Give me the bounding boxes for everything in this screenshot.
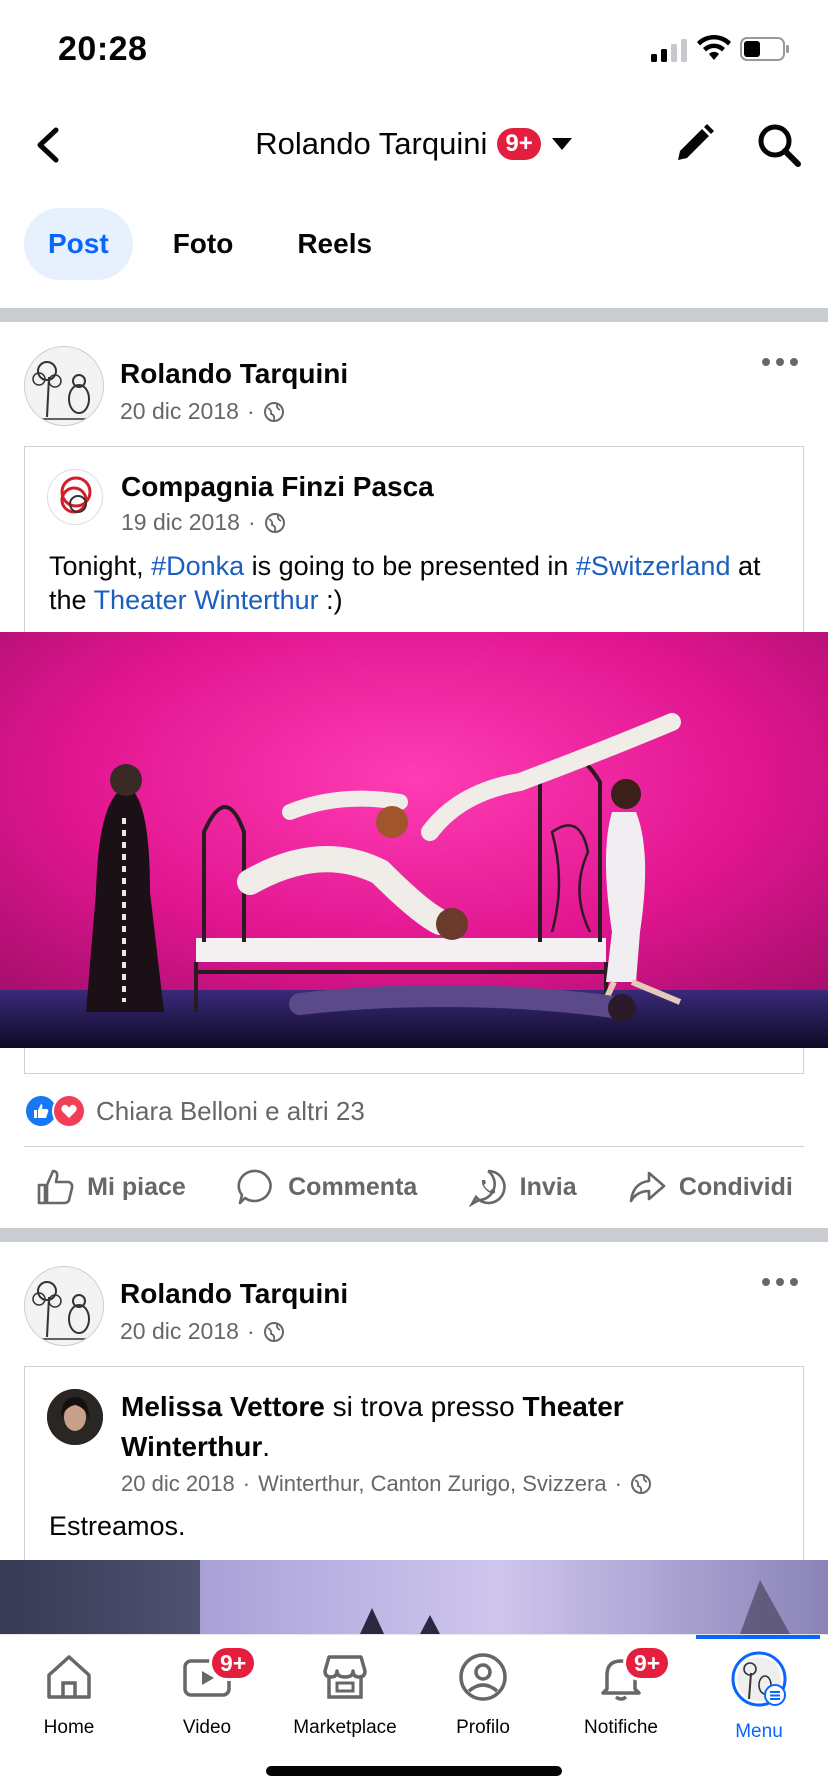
nav-notifications[interactable]: 9+ Notifiche [552,1645,690,1739]
post-photo[interactable] [0,1560,828,1634]
hashtag-link[interactable]: #Donka [151,551,244,581]
section-divider [0,308,828,322]
notification-badge: 9+ [497,128,541,160]
post-photo[interactable] [0,632,828,1048]
post-date: 20 dic 2018 [120,398,239,424]
page-logo-avatar[interactable] [47,469,103,525]
hashtag-link[interactable]: #Switzerland [576,551,731,581]
cellular-signal-icon [651,39,687,62]
comment-button[interactable]: Commenta [236,1167,417,1207]
checkin-person[interactable]: Melissa Vettore [121,1391,325,1422]
globe-icon [263,1321,284,1342]
checkin-body: Estreamos. [49,1511,186,1541]
more-options-icon[interactable] [760,1272,800,1292]
whatsapp-icon [468,1169,506,1207]
share-button[interactable]: Condividi [627,1167,793,1207]
home-icon [47,1655,91,1699]
reactions-text: Chiara Belloni e altri 23 [96,1095,365,1126]
nav-profile[interactable]: Profilo [414,1651,552,1739]
edit-pencil-icon[interactable] [672,122,716,166]
checkin-person-avatar[interactable] [47,1389,103,1445]
shared-post[interactable]: Compagnia Finzi Pasca 19 dic 2018 · Toni… [24,446,804,632]
globe-icon [263,401,284,422]
shared-checkin-post[interactable]: Melissa Vettore si trova presso Theater … [24,1366,804,1560]
love-reaction-icon [52,1094,86,1128]
tab-post[interactable]: Post [24,208,133,280]
post-author[interactable]: Rolando Tarquini [120,358,348,390]
globe-icon [630,1474,651,1494]
place-link[interactable]: Theater Winterthur [94,585,319,615]
nav-menu[interactable]: Menu [690,1651,828,1743]
tab-foto[interactable]: Foto [149,208,258,280]
menu-avatar-icon [731,1651,787,1707]
caret-down-icon [551,138,572,150]
checkin-text: Melissa Vettore si trova presso Theater … [121,1391,624,1462]
more-options-icon[interactable] [760,352,800,372]
comment-bubble-icon [237,1169,272,1205]
nav-video[interactable]: 9+ Video [138,1645,276,1739]
share-arrow-icon [629,1171,666,1203]
globe-icon [264,512,285,533]
send-whatsapp-button[interactable]: Invia [468,1167,577,1207]
reactions-summary[interactable]: Chiara Belloni e altri 23 [24,1094,365,1128]
tab-reels[interactable]: Reels [273,208,396,280]
marketplace-store-icon [323,1655,367,1699]
post-author[interactable]: Rolando Tarquini [120,1278,348,1310]
shared-meta: 19 dic 2018 · [121,509,286,536]
page-title: Rolando Tarquini [255,126,488,161]
video-badge: 9+ [209,1645,258,1681]
post-header: Rolando Tarquini 20 dic 2018 · [0,346,828,446]
post-meta: 20 dic 2018 · [120,1318,285,1345]
shared-author[interactable]: Compagnia Finzi Pasca [121,471,434,503]
nav-marketplace[interactable]: Marketplace [276,1651,414,1739]
nav-home[interactable]: Home [0,1651,138,1739]
wifi-icon [697,34,731,60]
shared-text: Tonight, #Donka is going to be presented… [49,551,761,615]
author-avatar[interactable] [24,346,104,426]
author-avatar[interactable] [24,1266,104,1346]
notifications-badge: 9+ [623,1645,672,1681]
shared-post-footer [24,1048,804,1074]
post-date: 20 dic 2018 [120,1318,239,1344]
search-icon[interactable] [756,122,802,168]
profile-tabs: Post Foto Reels [24,208,396,280]
active-tab-indicator [696,1635,820,1639]
reactions-divider [24,1146,804,1147]
like-button[interactable]: Mi piace [35,1167,186,1207]
home-indicator [266,1766,562,1776]
status-time: 20:28 [58,30,148,68]
post-header: Rolando Tarquini 20 dic 2018 · [0,1266,828,1366]
status-bar: 20:28 [0,0,828,100]
post-divider [0,1228,828,1242]
post-actions: Mi piace Commenta Invia Condividi [0,1152,828,1222]
checkin-meta: 20 dic 2018 · Winterthur, Canton Zurigo,… [121,1471,652,1497]
checkin-location[interactable]: Winterthur, Canton Zurigo, Svizzera [258,1471,606,1497]
battery-icon [740,37,789,61]
profile-title-dropdown[interactable]: Rolando Tarquini 9+ [255,126,572,162]
thumbs-up-icon [37,1169,74,1205]
top-navbar: Rolando Tarquini 9+ [0,100,828,190]
post-meta: 20 dic 2018 · [120,398,285,425]
profile-icon [459,1653,507,1701]
shared-date: 19 dic 2018 [121,509,240,535]
